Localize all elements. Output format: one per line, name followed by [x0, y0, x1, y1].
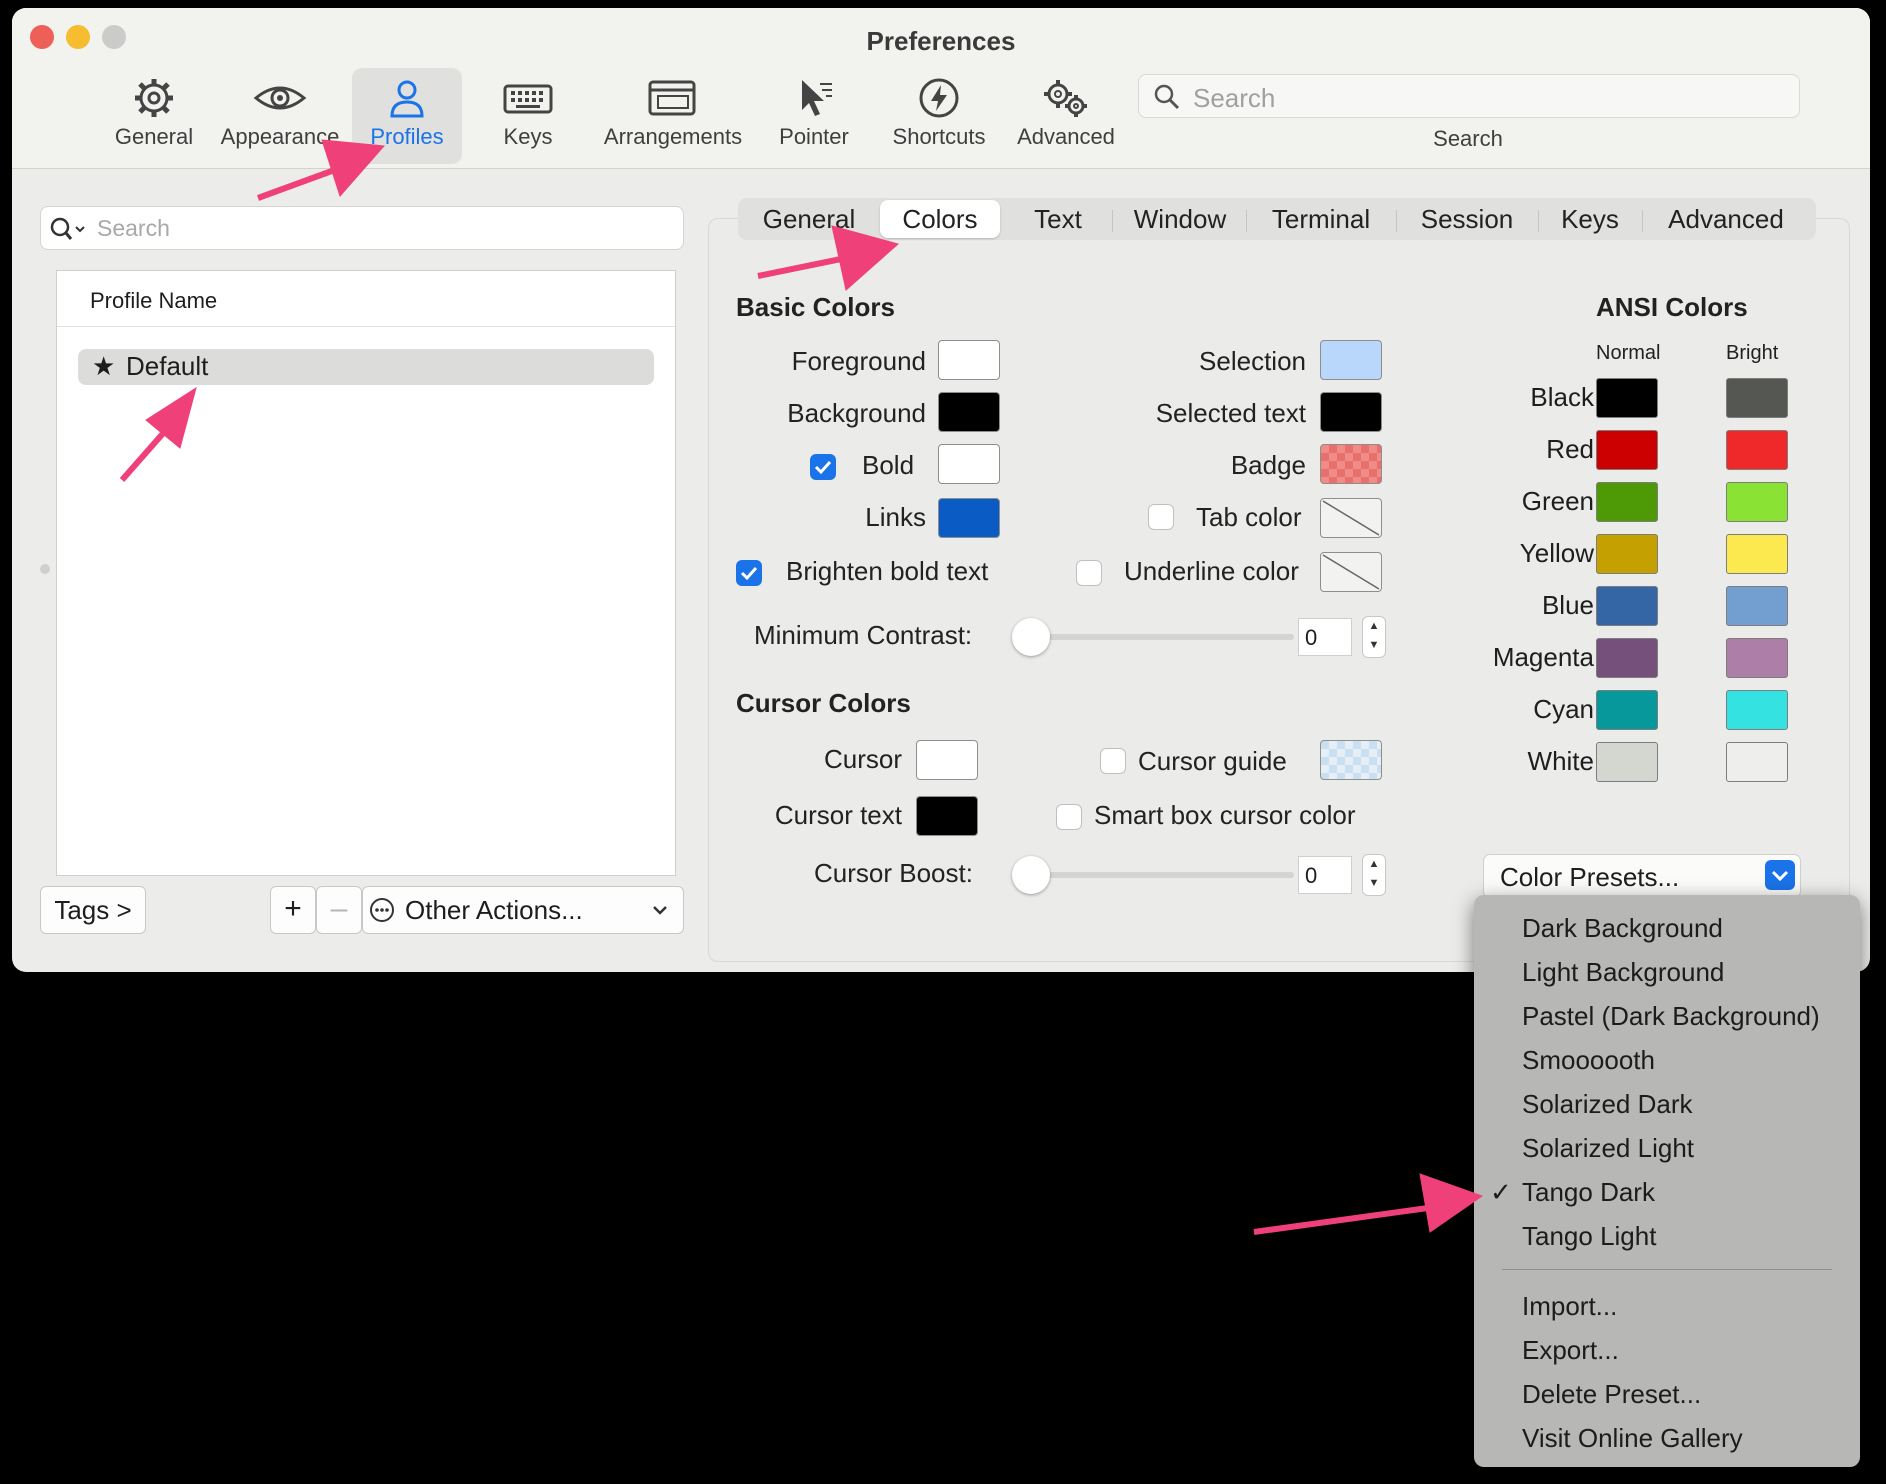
- annotation-arrows: [119, 139, 1484, 1235]
- arrow-to-default-profile: [119, 386, 197, 482]
- arrow-to-colors-tab: [757, 225, 900, 291]
- arrow-to-profiles: [256, 139, 386, 201]
- arrow-to-tango-dark: [1253, 1173, 1484, 1235]
